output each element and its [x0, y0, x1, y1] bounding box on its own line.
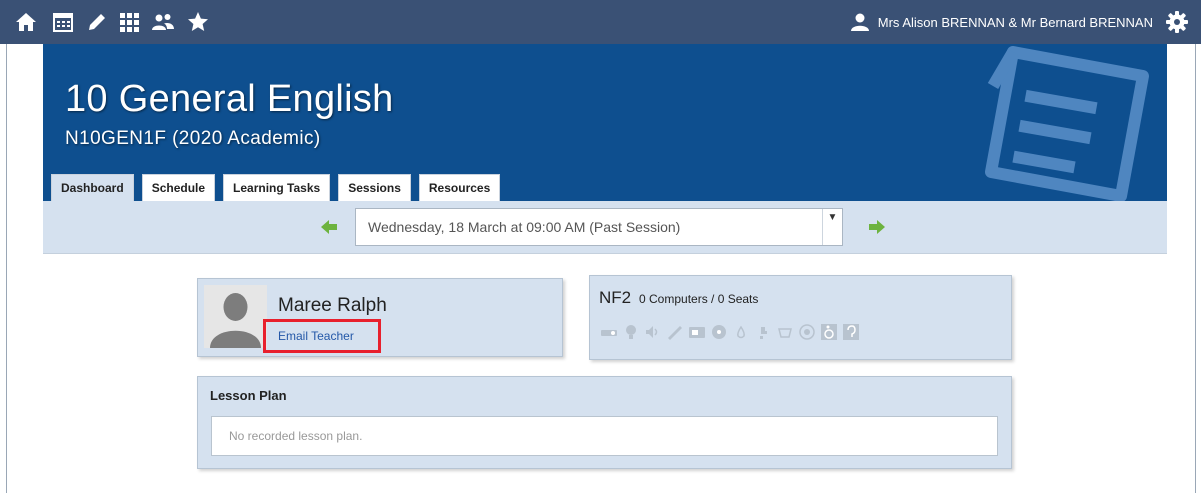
tv-icon [689, 327, 705, 338]
lesson-plan-card: Lesson Plan No recorded lesson plan. [197, 376, 1012, 469]
home-icon[interactable] [14, 10, 38, 34]
grid-icon[interactable] [117, 10, 141, 34]
session-selector-bar: Wednesday, 18 March at 09:00 AM (Past Se… [43, 201, 1167, 254]
disc-icon [712, 325, 726, 339]
pencil-icon[interactable] [85, 10, 109, 34]
lesson-plan-title: Lesson Plan [210, 388, 287, 403]
previous-session-arrow-icon[interactable] [319, 217, 339, 237]
tab-bar: Dashboard Schedule Learning Tasks Sessio… [51, 174, 508, 201]
avatar [204, 285, 267, 348]
session-select-value: Wednesday, 18 March at 09:00 AM (Past Se… [368, 219, 681, 235]
session-select[interactable]: Wednesday, 18 March at 09:00 AM (Past Se… [355, 208, 843, 246]
class-banner: 10 General English N10GEN1F (2020 Academ… [43, 44, 1167, 201]
chevron-down-icon[interactable]: ▼ [822, 209, 842, 245]
lesson-plan-content: No recorded lesson plan. [211, 416, 998, 456]
facility-icons [600, 321, 860, 343]
room-card: NF2 0 Computers / 0 Seats [589, 275, 1012, 360]
dashboard-content: Maree Ralph Email Teacher NF2 0 Computer… [43, 255, 1167, 493]
teacher-card: Maree Ralph Email Teacher [197, 278, 563, 357]
star-icon[interactable] [186, 10, 210, 34]
target-icon [799, 324, 815, 340]
lesson-plan-placeholder: No recorded lesson plan. [229, 429, 363, 443]
tab-dashboard[interactable]: Dashboard [51, 174, 134, 201]
speaker-icon [646, 326, 658, 338]
teacher-name: Maree Ralph [278, 295, 387, 316]
tab-schedule[interactable]: Schedule [141, 174, 216, 201]
wheelchair-icon [821, 324, 837, 340]
document-icon [985, 46, 1149, 201]
lightbulb-icon [626, 325, 636, 339]
calendar-icon[interactable] [51, 10, 75, 34]
tab-sessions[interactable]: Sessions [338, 174, 411, 201]
frame-border-left [6, 44, 7, 493]
page-title: 10 General English [65, 78, 394, 120]
tab-learning-tasks[interactable]: Learning Tasks [223, 174, 331, 201]
user-icon [850, 13, 869, 31]
gear-icon[interactable] [1165, 10, 1189, 34]
sink-icon [778, 328, 792, 338]
people-icon[interactable] [151, 10, 175, 34]
class-code: N10GEN1F (2020 Academic) [65, 128, 321, 149]
room-name: NF2 [599, 288, 632, 307]
user-menu[interactable]: Mrs Alison BRENNAN & Mr Bernard BRENNAN [850, 0, 1153, 44]
next-session-arrow-icon[interactable] [867, 217, 887, 237]
tap-icon [760, 327, 767, 339]
whiteboard-icon [668, 326, 682, 340]
frame-border-right [1195, 44, 1196, 493]
room-capacity: 0 Computers / 0 Seats [639, 292, 759, 306]
top-nav-bar: Mrs Alison BRENNAN & Mr Bernard BRENNAN [0, 0, 1201, 44]
person-silhouette-icon [204, 285, 267, 348]
email-teacher-link[interactable]: Email Teacher [278, 329, 354, 343]
tab-resources[interactable]: Resources [418, 174, 501, 201]
water-icon [737, 325, 745, 339]
user-name: Mrs Alison BRENNAN & Mr Bernard BRENNAN [877, 14, 1153, 30]
hearing-icon [843, 324, 859, 340]
projector-icon [601, 330, 617, 336]
